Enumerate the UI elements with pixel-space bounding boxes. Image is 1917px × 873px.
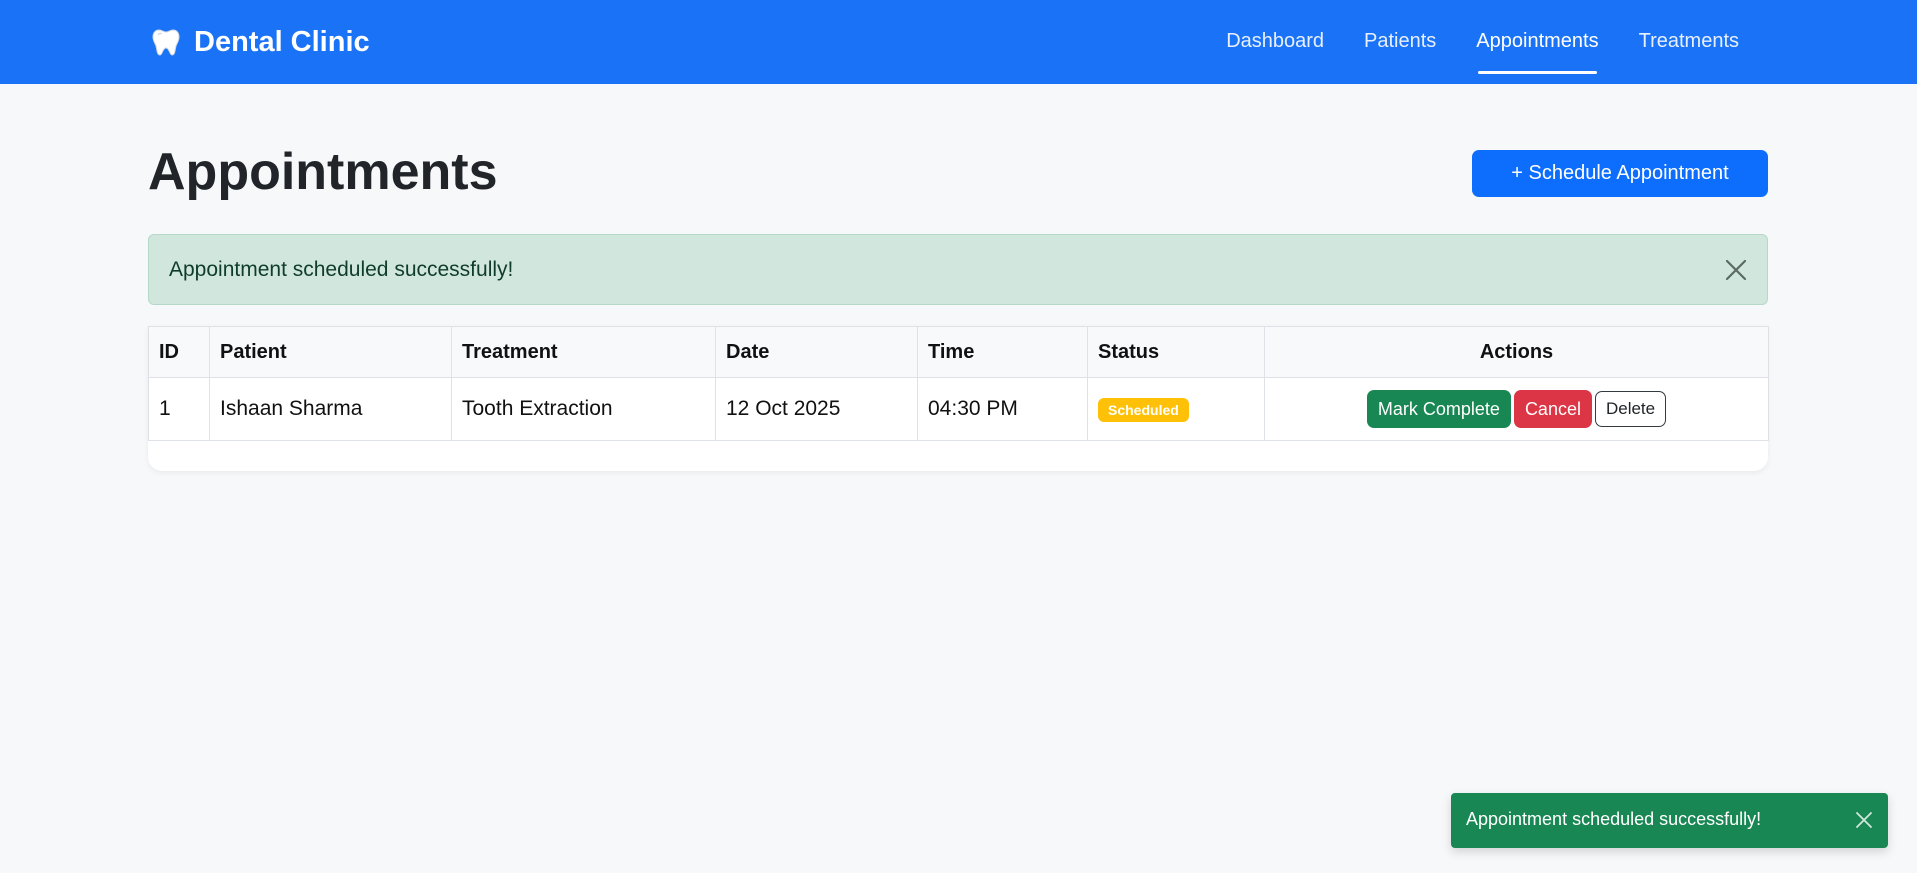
nav-link-appointments[interactable]: Appointments (1456, 0, 1618, 84)
toast-notification: Appointment scheduled successfully! (1451, 793, 1888, 848)
column-header-patient: Patient (209, 326, 452, 378)
mark-complete-button[interactable]: Mark Complete (1366, 390, 1511, 428)
nav-links: Dashboard Patients Appointments Treatmen… (1206, 0, 1759, 84)
column-header-time: Time (917, 326, 1088, 378)
appointments-table: ID Patient Treatment Date Time Status Ac… (148, 326, 1769, 441)
nav-link-label: Patients (1364, 30, 1437, 52)
toast-message: Appointment scheduled successfully! (1466, 809, 1762, 829)
close-icon[interactable] (1723, 257, 1749, 283)
close-icon[interactable] (1854, 810, 1874, 830)
cell-treatment: Tooth Extraction (451, 377, 716, 441)
cancel-button[interactable]: Cancel (1513, 390, 1592, 428)
cell-patient: Ishaan Sharma (209, 377, 452, 441)
brand[interactable]: Dental Clinic (150, 22, 370, 62)
tooth-icon (152, 29, 180, 56)
column-header-status: Status (1087, 326, 1265, 378)
table-row: 1 Ishaan Sharma Tooth Extraction 12 Oct … (148, 377, 1769, 441)
table-header-row: ID Patient Treatment Date Time Status Ac… (148, 326, 1769, 378)
cell-date: 12 Oct 2025 (715, 377, 918, 441)
nav-link-patients[interactable]: Patients (1344, 0, 1456, 84)
page-title: Appointments (148, 143, 498, 201)
cell-actions: Mark Complete Cancel Delete (1264, 377, 1769, 441)
nav-link-dashboard[interactable]: Dashboard (1206, 0, 1344, 84)
nav-link-label: Dashboard (1226, 30, 1325, 52)
alert-message: Appointment scheduled successfully! (169, 258, 514, 281)
cell-id: 1 (148, 377, 210, 441)
status-badge: Scheduled (1098, 397, 1189, 422)
column-header-date: Date (715, 326, 918, 378)
column-header-treatment: Treatment (451, 326, 716, 378)
cell-status: Scheduled (1087, 377, 1265, 441)
active-indicator (1478, 71, 1597, 74)
brand-name: Dental Clinic (194, 25, 370, 58)
cell-time: 04:30 PM (917, 377, 1088, 441)
success-alert: Appointment scheduled successfully! (148, 234, 1768, 305)
nav-link-treatments[interactable]: Treatments (1619, 0, 1759, 84)
navbar: Dental Clinic Dashboard Patients Appoint… (0, 0, 1917, 84)
appointments-table-card: ID Patient Treatment Date Time Status Ac… (148, 326, 1769, 471)
schedule-appointment-button[interactable]: + Schedule Appointment (1472, 150, 1768, 197)
delete-button[interactable]: Delete (1594, 391, 1667, 427)
nav-link-label: Appointments (1476, 30, 1599, 52)
column-header-actions: Actions (1264, 326, 1769, 378)
column-header-id: ID (148, 326, 210, 378)
nav-link-label: Treatments (1638, 30, 1739, 52)
